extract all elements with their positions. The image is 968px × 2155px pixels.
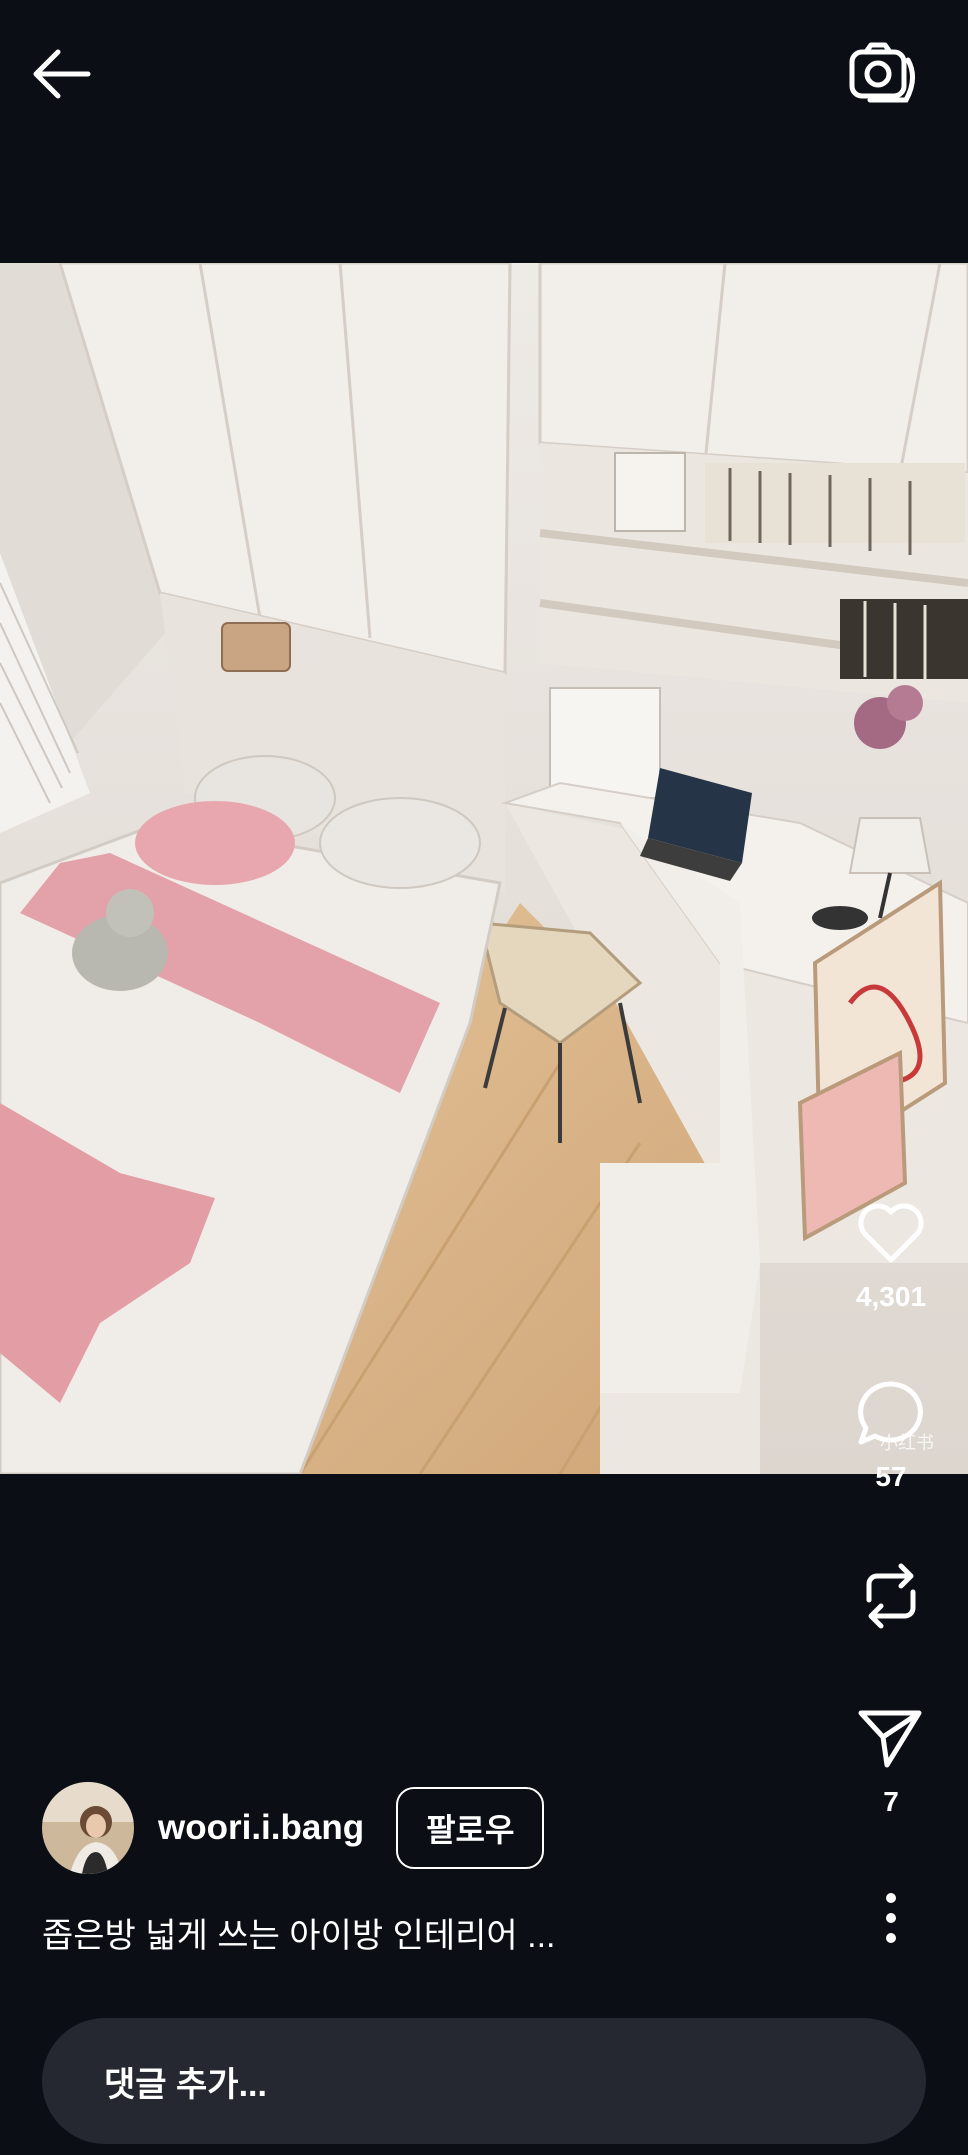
more-options-button[interactable]: [846, 1890, 936, 1951]
follow-button[interactable]: 팔로우: [396, 1787, 545, 1869]
username[interactable]: woori.i.bang: [158, 1808, 364, 1848]
author-row: woori.i.bang 팔로우: [42, 1780, 602, 1876]
camera-rotate-icon: [849, 42, 915, 103]
arrow-left-icon: [33, 49, 91, 99]
bedroom-photo: 小红书: [0, 263, 968, 1474]
top-bar: [0, 0, 968, 150]
more-vertical-icon: [886, 1893, 896, 1943]
heart-icon: [858, 1203, 924, 1263]
share-count: 7: [883, 1786, 899, 1817]
share-button[interactable]: 7: [846, 1705, 936, 1818]
like-button[interactable]: 4,301: [846, 1200, 936, 1313]
comment-placeholder: 댓글 추가...: [104, 2065, 267, 2104]
comment-count: 57: [875, 1461, 907, 1492]
comment-input[interactable]: 댓글 추가...: [42, 2018, 926, 2144]
post-caption[interactable]: 좁은방 넓게 쓰는 아이방 인테리어 ...: [42, 1908, 556, 1957]
back-button[interactable]: [28, 44, 98, 104]
like-count: 4,301: [855, 1281, 927, 1312]
comment-button[interactable]: 57: [846, 1380, 936, 1493]
avatar[interactable]: [42, 1782, 134, 1874]
send-icon: [858, 1710, 922, 1768]
post-image[interactable]: 小红书: [0, 263, 968, 1474]
comment-bubble-icon: [858, 1381, 923, 1445]
repost-button[interactable]: [846, 1560, 936, 1637]
camera-button[interactable]: [846, 38, 922, 110]
repost-icon: [866, 1563, 916, 1629]
avatar-image: [42, 1782, 134, 1874]
